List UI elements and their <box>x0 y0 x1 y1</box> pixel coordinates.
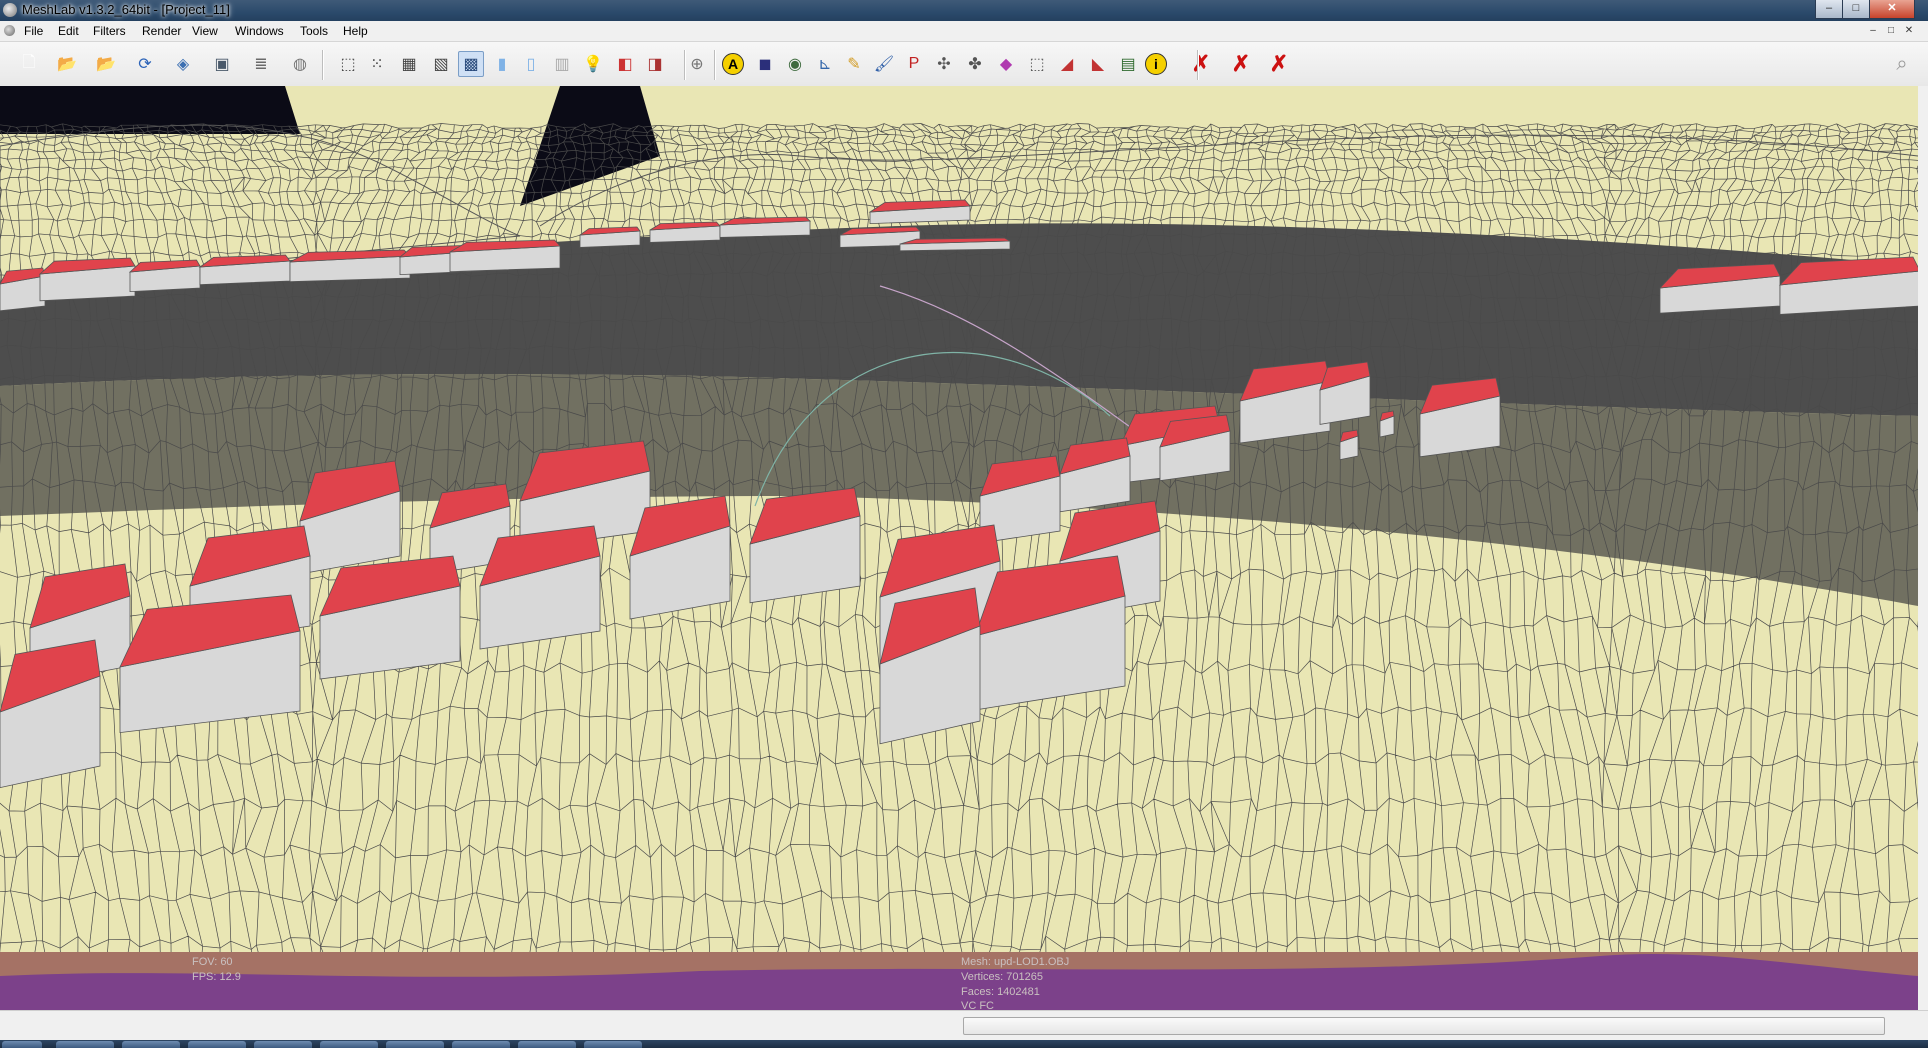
color-paint-icon[interactable]: ◆ <box>993 51 1019 77</box>
trackball-icon[interactable]: ⊕ <box>684 51 710 77</box>
import-mesh-icon[interactable]: 📂 <box>93 51 119 77</box>
close-button[interactable]: ✕ <box>1869 0 1915 19</box>
menu-windows[interactable]: Windows <box>233 23 286 39</box>
lighting-icon[interactable]: 💡 <box>580 51 606 77</box>
vertices-readout: Vertices: 701265 <box>961 971 1043 983</box>
start-button[interactable] <box>2 1041 42 1048</box>
select-faces-icon[interactable]: ◢ <box>1054 51 1080 77</box>
camera-info-icon[interactable]: ◼ <box>752 51 778 77</box>
mesh-name-readout: Mesh: upd-LOD1.OBJ <box>961 956 1070 968</box>
toolbar-separator <box>684 50 686 80</box>
minimize-button[interactable]: – <box>1815 0 1843 19</box>
fov-readout: FOV: 60 <box>192 956 233 968</box>
show-layer-icon[interactable]: ◍ <box>287 51 313 77</box>
layers-icon[interactable]: ≣ <box>248 51 274 77</box>
taskbar-button[interactable] <box>386 1041 444 1048</box>
viewport-frame-right <box>1918 86 1928 1010</box>
menu-filters[interactable]: Filters <box>91 23 128 39</box>
child-close-button[interactable]: ✕ <box>1902 24 1916 37</box>
toolbar-separator <box>322 50 324 80</box>
brush-icon[interactable]: 🖌 <box>871 51 897 77</box>
pick-points-icon[interactable]: P <box>901 51 927 77</box>
taskbar-button[interactable] <box>320 1041 378 1048</box>
align-icon[interactable]: ✣ <box>931 51 957 77</box>
taskbar-button[interactable] <box>254 1041 312 1048</box>
bounding-box-icon[interactable]: ⬚ <box>335 51 361 77</box>
taskbar-button[interactable] <box>518 1041 576 1048</box>
progress-bar <box>963 1017 1885 1035</box>
axis-icon[interactable]: ⊾ <box>812 51 838 77</box>
points-icon[interactable]: ⁙ <box>364 51 390 77</box>
toolbar-separator <box>714 50 716 80</box>
child-minimize-button[interactable]: – <box>1866 24 1880 37</box>
snapshot-icon[interactable]: ▣ <box>209 51 235 77</box>
axes-decorator-icon[interactable]: A <box>722 53 744 75</box>
child-restore-button[interactable]: □ <box>1884 24 1898 37</box>
select-connected-icon[interactable]: ◣ <box>1085 51 1111 77</box>
backface-culling-icon[interactable]: ◨ <box>642 51 668 77</box>
raster-icon[interactable]: ▤ <box>1115 51 1141 77</box>
selection-render-icon[interactable]: ◉ <box>782 51 808 77</box>
menu-edit[interactable]: Edit <box>56 23 81 39</box>
taskbar-button[interactable] <box>452 1041 510 1048</box>
export-mesh-icon[interactable]: ◈ <box>170 51 196 77</box>
flat-icon[interactable]: ▮ <box>489 51 515 77</box>
reload-icon[interactable]: ⟳ <box>132 51 158 77</box>
main-toolbar: 🗋 📂 📂 ⟳ ◈ ▣ ≣ ◍ ⬚ ⁙ ▦ ▧ ▩ ▮ ▯ ▥ 💡 ◧ ◨ ⊕ A ◼ ◉ ⊾ ✎ 🖌 P ✣ ✤ ◆ ⬚ ◢ ◣ ▤ i ✗ ✗ ✗ ⌕ <box>0 42 1928 87</box>
taskbar-button[interactable] <box>584 1041 642 1048</box>
document-icon[interactable] <box>4 25 15 36</box>
status-bar <box>0 1010 1928 1041</box>
measure-icon[interactable]: ✤ <box>962 51 988 77</box>
delete-faces-icon[interactable]: ✗ <box>1228 51 1254 77</box>
menu-help[interactable]: Help <box>341 23 370 39</box>
texture-icon[interactable]: ▥ <box>549 51 575 77</box>
new-project-icon[interactable]: 🗋 <box>16 51 42 77</box>
title-bar: MeshLab v1.3.2_64bit - [Project_11] – □ … <box>0 0 1928 21</box>
select-vertices-icon[interactable]: ⬚ <box>1024 51 1050 77</box>
window-title: MeshLab v1.3.2_64bit - [Project_11] <box>22 2 230 17</box>
open-project-icon[interactable]: 📂 <box>54 51 80 77</box>
faces-readout: Faces: 1402481 <box>961 986 1040 998</box>
menu-render[interactable]: Render <box>140 23 183 39</box>
hidden-lines-icon[interactable]: ▧ <box>428 51 454 77</box>
maximize-button[interactable]: □ <box>1842 0 1870 19</box>
menu-tools[interactable]: Tools <box>298 23 330 39</box>
smooth-icon[interactable]: ▯ <box>518 51 544 77</box>
meshlab-app-icon[interactable] <box>3 3 17 17</box>
menu-view[interactable]: View <box>190 23 220 39</box>
fps-readout: FPS: 12.9 <box>192 971 241 983</box>
paint-icon[interactable]: ✎ <box>841 51 867 77</box>
double-lighting-icon[interactable]: ◧ <box>612 51 638 77</box>
menu-file[interactable]: File <box>22 23 45 39</box>
taskbar-button[interactable] <box>122 1041 180 1048</box>
3d-viewport[interactable]: FOV: 60 FPS: 12.9 Mesh: upd-LOD1.OBJ Ver… <box>0 86 1918 1010</box>
os-taskbar <box>0 1040 1928 1048</box>
taskbar-button[interactable] <box>56 1041 114 1048</box>
mesh-render <box>0 86 1918 1010</box>
render-mode-readout: VC FC <box>961 1000 994 1010</box>
wireframe-icon[interactable]: ▦ <box>396 51 422 77</box>
flat-lines-icon[interactable]: ▩ <box>458 51 484 77</box>
search-icon[interactable]: ⌕ <box>1889 51 1915 77</box>
menu-bar: File Edit Filters Render View Windows To… <box>0 21 1928 42</box>
taskbar-button[interactable] <box>188 1041 246 1048</box>
toolbar-separator <box>1197 50 1199 80</box>
delete-vertices-icon[interactable]: ✗ <box>1188 51 1214 77</box>
delete-faces-vertices-icon[interactable]: ✗ <box>1266 51 1292 77</box>
info-icon[interactable]: i <box>1145 53 1167 75</box>
